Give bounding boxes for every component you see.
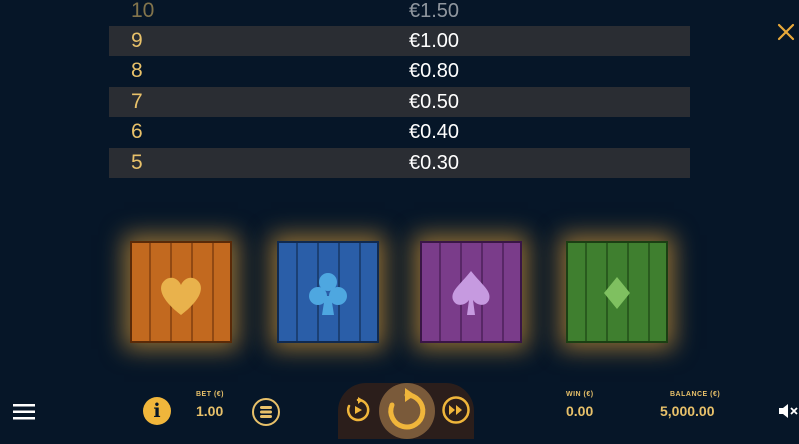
spade-symbol-card [420,241,522,343]
bet-settings-button[interactable] [252,398,280,426]
sound-muted-icon [779,404,798,418]
autoplay-icon [346,397,370,422]
symbol-count: 10 [131,0,155,22]
turbo-button[interactable] [442,396,470,424]
balance-value: 5,000.00 [660,403,715,419]
menu-button[interactable] [12,403,36,421]
diamond-symbol-card [566,241,668,343]
paytable-row: 7 €0.50 [109,87,690,117]
paytable-row: 8 €0.80 [109,56,690,86]
spin-button[interactable] [379,383,435,439]
info-button[interactable]: i [143,397,171,425]
symbol-count: 9 [131,29,143,52]
prize-value: €0.40 [409,120,460,143]
symbol-count: 6 [131,120,143,143]
prize-value: €0.30 [409,151,460,174]
coin-stack-icon [252,398,280,426]
paytable-row: 5 €0.30 [109,148,690,178]
symbol-count: 8 [131,59,143,82]
autoplay-button[interactable] [344,396,372,424]
win-label: WIN (€) [566,391,594,398]
paytable-row: 9 €1.00 [109,26,690,56]
bet-label: BET (€) [196,391,224,398]
balance-label: BALANCE (€) [670,391,721,398]
heart-symbol-card [130,241,232,343]
paytable-row: 10 €1.50 [109,0,690,26]
close-button[interactable] [774,20,798,44]
prize-value: €0.50 [409,90,460,113]
win-value: 0.00 [566,403,594,419]
info-icon: i [153,400,161,422]
club-symbol-card [277,241,379,343]
sound-button[interactable] [777,401,799,421]
spin-icon [388,388,426,430]
paytable-row: 6 €0.40 [109,117,690,147]
symbol-count: 5 [131,151,143,174]
symbol-count: 7 [131,90,143,113]
close-icon [777,23,795,41]
menu-icon [13,404,35,420]
prize-value: €1.50 [409,0,460,22]
bet-value: 1.00 [196,403,224,419]
prize-value: €1.00 [409,29,460,52]
prize-value: €0.80 [409,59,460,82]
turbo-icon [442,396,470,424]
